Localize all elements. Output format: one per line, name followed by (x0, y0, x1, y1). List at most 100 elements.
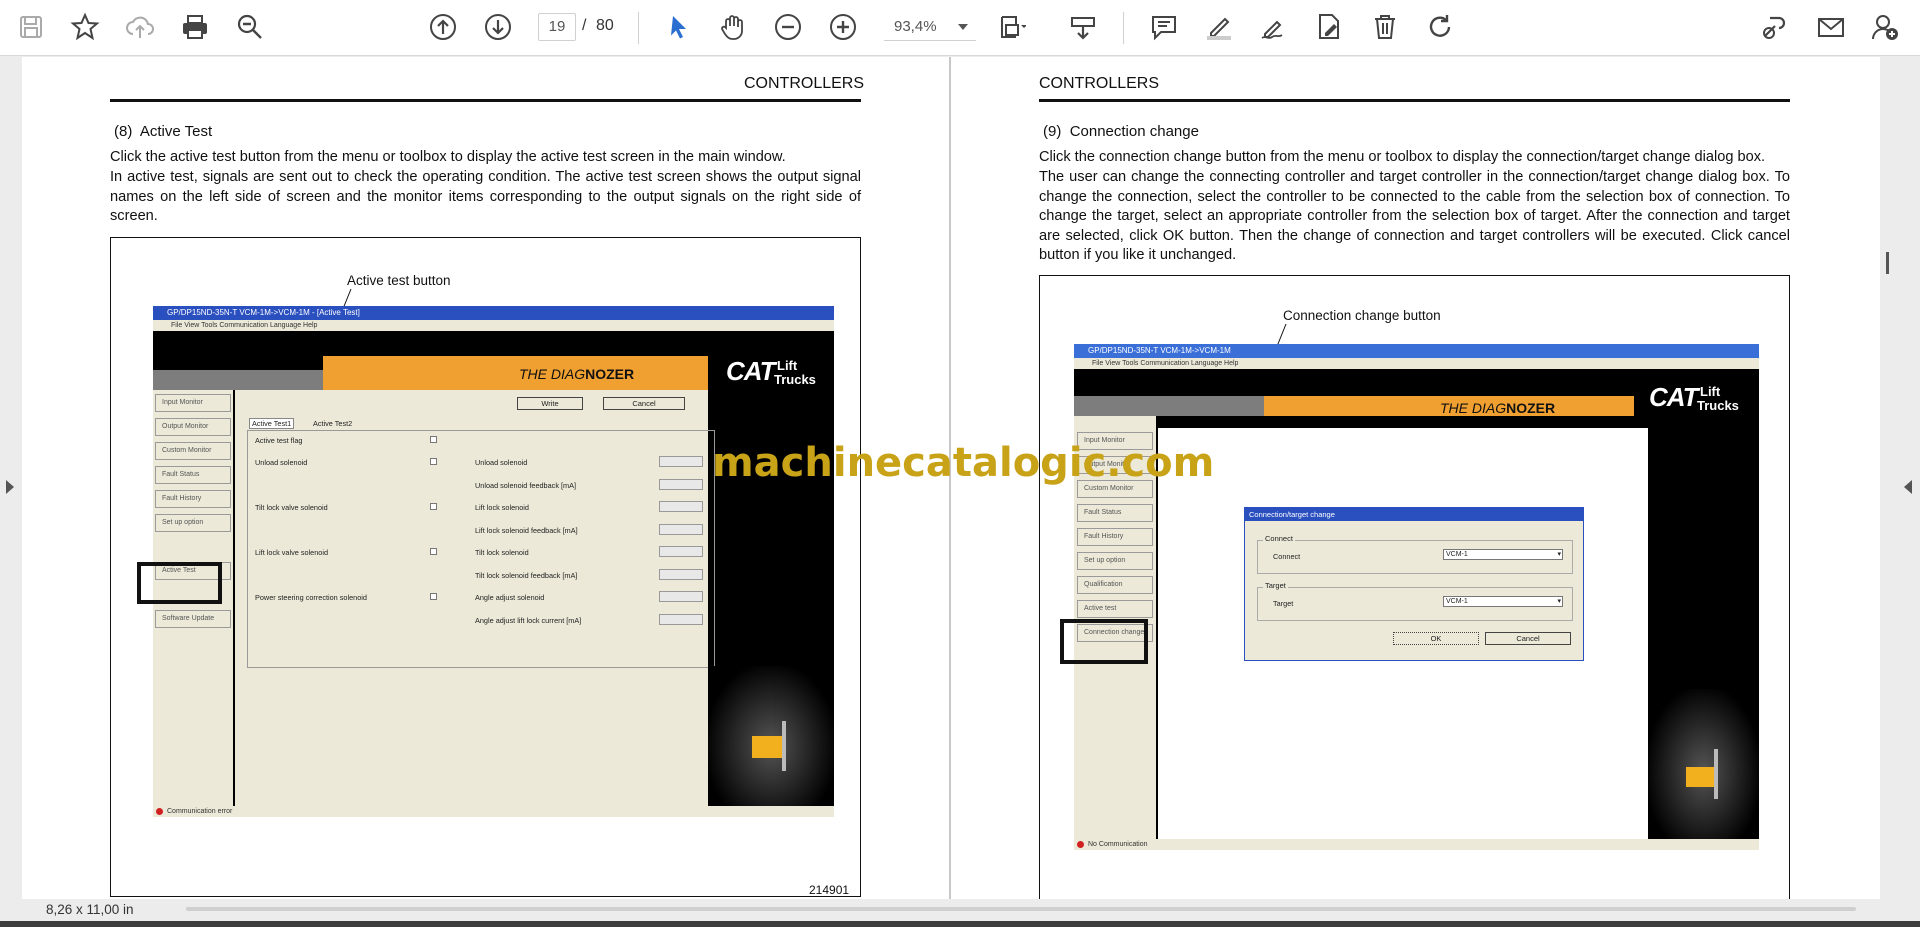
cat-logo: CAT (1649, 382, 1699, 412)
expand-right-panel-icon[interactable] (1904, 480, 1912, 494)
tab-active-test2[interactable]: Active Test2 (313, 419, 352, 428)
error-icon (1077, 841, 1084, 848)
dialog-title: Connection/target change (1245, 508, 1583, 521)
monitor-label: Unload solenoid feedback [mA] (475, 481, 577, 490)
connect-select[interactable]: VCM-1 (1443, 549, 1563, 560)
connection-dialog: Connection/target change Connect Connect… (1244, 507, 1584, 661)
forklift-body (752, 736, 782, 758)
write-button[interactable]: Write (517, 397, 583, 410)
page-header: CONTROLLERS (1039, 75, 1160, 92)
nav-active-test[interactable]: Active test (1077, 600, 1153, 618)
zoom-out-search-icon[interactable] (231, 8, 269, 46)
nav-fault-history[interactable]: Fault History (155, 490, 231, 508)
zoom-value: 93,4% (894, 18, 937, 35)
nav-software-update[interactable]: Software Update (155, 610, 231, 628)
nav-input-monitor[interactable]: Input Monitor (155, 394, 231, 412)
page-header: CONTROLLERS (744, 75, 865, 92)
page-fit-icon[interactable] (992, 8, 1030, 46)
target-label: Target (1273, 599, 1294, 608)
right-panel-strip (1880, 57, 1920, 899)
status-text: Communication error (167, 808, 233, 815)
window-titlebar: GP/DP15ND-35N-T VCM-1M->VCM-1M - [Active… (153, 306, 834, 320)
monitor-value (659, 456, 703, 467)
checkbox[interactable] (430, 503, 437, 510)
toolbar: 19 / 80 93,4% (0, 0, 1920, 56)
next-page-icon[interactable] (479, 8, 517, 46)
monitor-label: Unload solenoid (475, 458, 528, 467)
forklift-body (1686, 767, 1714, 787)
expand-left-panel-icon[interactable] (6, 480, 14, 494)
field-label: Power steering correction solenoid (255, 593, 367, 602)
zoom-out-icon[interactable] (769, 8, 807, 46)
target-group-label: Target (1263, 581, 1288, 590)
cancel-button[interactable]: Cancel (1485, 632, 1571, 645)
delete-trash-icon[interactable] (1366, 8, 1404, 46)
connect-group-label: Connect (1263, 534, 1295, 543)
nav-custom-monitor[interactable]: Custom Monitor (155, 442, 231, 460)
nav-qualification[interactable]: Qualification (1077, 576, 1153, 594)
field-label: Tilt lock valve solenoid (255, 503, 328, 512)
ok-button[interactable]: OK (1393, 632, 1479, 645)
monitor-label: Tilt lock solenoid feedback [mA] (475, 571, 578, 580)
zoom-select[interactable]: 93,4% (884, 13, 976, 41)
banner-gray (1074, 396, 1274, 416)
monitor-value (659, 569, 703, 580)
checkbox[interactable] (430, 548, 437, 555)
scroll-mode-icon[interactable] (1064, 8, 1102, 46)
select-cursor-icon[interactable] (660, 8, 698, 46)
cancel-button[interactable]: Cancel (603, 397, 685, 410)
vertical-scrollbar-thumb[interactable] (1886, 252, 1889, 274)
monitor-value (659, 591, 703, 602)
nav-fault-status[interactable]: Fault Status (155, 466, 231, 484)
horizontal-scrollbar[interactable] (186, 907, 1856, 911)
page-size: 8,26 x 11,00 in (46, 902, 134, 917)
page-number-input[interactable]: 19 (538, 13, 576, 41)
window-menubar: File View Tools Communication Language H… (153, 320, 834, 331)
email-icon[interactable] (1812, 8, 1850, 46)
highlight-box (1060, 619, 1148, 664)
paragraph: The user can change the connecting contr… (1039, 169, 1790, 264)
section-title: Connection change (1069, 123, 1199, 140)
cat-logo-lift: Lift (1700, 384, 1721, 399)
monitor-value (659, 614, 703, 625)
forklift-mast (1714, 749, 1718, 799)
forklift-image (708, 666, 834, 811)
banner-gray (153, 370, 333, 390)
checkbox[interactable] (430, 593, 437, 600)
edit-document-icon[interactable] (1310, 8, 1348, 46)
monitor-label: Angle adjust solenoid (475, 593, 545, 602)
add-user-icon[interactable] (1866, 8, 1904, 46)
redo-rotate-icon[interactable] (1421, 8, 1459, 46)
zoom-in-icon[interactable] (824, 8, 862, 46)
save-icon[interactable] (12, 8, 50, 46)
cat-logo-trucks: Trucks (774, 372, 816, 387)
bookmark-star-icon[interactable] (66, 8, 104, 46)
share-link-icon[interactable] (1756, 8, 1794, 46)
checkbox[interactable] (430, 458, 437, 465)
nav-fault-status[interactable]: Fault Status (1077, 504, 1153, 522)
section-heading: (9) Connection change (1043, 123, 1199, 140)
watermark: machinecatalogic.com (712, 440, 1215, 486)
hand-tool-icon[interactable] (714, 8, 752, 46)
section-number: (9) (1043, 123, 1062, 140)
print-icon[interactable] (176, 8, 214, 46)
target-select[interactable]: VCM-1 (1443, 596, 1563, 607)
toolbar-divider (638, 12, 639, 44)
draw-sign-icon[interactable] (1255, 8, 1293, 46)
previous-page-icon[interactable] (424, 8, 462, 46)
paragraph: Click the active test button from the me… (110, 149, 786, 165)
left-panel-strip (0, 57, 22, 899)
nav-setup-option[interactable]: Set up option (1077, 552, 1153, 570)
cat-logo: CAT (726, 356, 776, 386)
monitor-label: Lift lock solenoid (475, 503, 529, 512)
checkbox[interactable] (430, 436, 437, 443)
nav-setup-option[interactable]: Set up option (155, 514, 231, 532)
paragraph: Click the connection change button from … (1039, 149, 1766, 165)
nav-fault-history[interactable]: Fault History (1077, 528, 1153, 546)
status-bar: 8,26 x 11,00 in (0, 899, 1920, 921)
comment-icon[interactable] (1145, 8, 1183, 46)
nav-output-monitor[interactable]: Output Monitor (155, 418, 231, 436)
tab-active-test1[interactable]: Active Test1 (249, 418, 295, 429)
highlight-pen-icon[interactable] (1200, 8, 1238, 46)
cloud-upload-icon[interactable] (121, 8, 159, 46)
